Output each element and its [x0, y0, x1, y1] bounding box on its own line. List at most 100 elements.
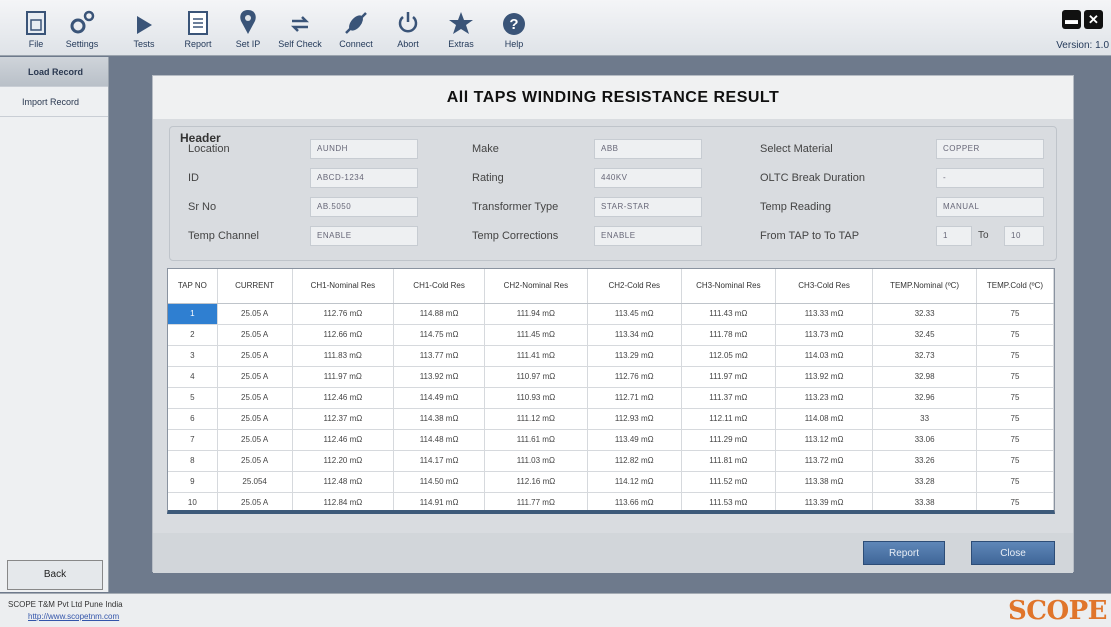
table-cell: 113.38 mΩ — [775, 471, 874, 493]
settings-button[interactable]: Settings — [56, 4, 108, 49]
location-label: Location — [188, 143, 230, 155]
rating-field[interactable]: 440KV — [594, 168, 702, 188]
oltc-break-duration-field[interactable]: - — [936, 168, 1044, 188]
table-cell: 75 — [976, 345, 1054, 367]
table-body: 1 25.05 A 112.76 mΩ 114.88 mΩ 111.94 mΩ 113.4… — [168, 303, 1054, 510]
table-cell: 111.45 mΩ — [484, 324, 588, 346]
table-cell: 32.96 — [872, 387, 977, 409]
minimize-icon[interactable]: ▬ — [1062, 10, 1081, 29]
power-icon — [398, 12, 418, 33]
table-row[interactable]: 8 25.05 A 112.20 mΩ 114.17 mΩ 111.03 mΩ 112.8… — [168, 450, 1054, 472]
table-cell: 112.05 mΩ — [681, 345, 776, 367]
table-row[interactable]: 3 25.05 A 111.83 mΩ 113.77 mΩ 111.41 mΩ 113.2… — [168, 345, 1054, 367]
table-row[interactable]: 5 25.05 A 112.46 mΩ 114.49 mΩ 110.93 mΩ 112.7… — [168, 387, 1054, 409]
back-button[interactable]: Back — [7, 560, 103, 590]
temp-channel-field[interactable]: ENABLE — [310, 226, 418, 246]
tests-label: Tests — [133, 39, 155, 49]
table-cell: 110.97 mΩ — [484, 366, 588, 388]
report-button[interactable]: Report — [172, 4, 224, 49]
table-cell: 114.75 mΩ — [393, 324, 486, 346]
plug-icon — [345, 12, 367, 34]
make-field[interactable]: ABB — [594, 139, 702, 159]
sidebar-item-load-record[interactable]: Load Record — [0, 57, 108, 87]
tap-to-field[interactable]: 10 — [1004, 226, 1044, 246]
table-cell: 25.05 A — [217, 408, 293, 430]
tap-range-label: From TAP to To TAP — [760, 230, 860, 242]
oltc-break-duration-label: OLTC Break Duration — [760, 172, 865, 184]
column-header: CURRENT — [217, 269, 293, 304]
table-cell: 32.98 — [872, 366, 977, 388]
column-header: TAP NO — [168, 269, 218, 304]
id-field[interactable]: ABCD-1234 — [310, 168, 418, 188]
set-ip-label: Set IP — [235, 39, 261, 49]
file-button[interactable]: File — [10, 4, 62, 49]
transformer-type-field[interactable]: STAR-STAR — [594, 197, 702, 217]
table-cell: 114.17 mΩ — [393, 450, 486, 472]
location-pin-icon — [240, 10, 256, 34]
svg-text:?: ? — [509, 16, 518, 33]
temp-corrections-field[interactable]: ENABLE — [594, 226, 702, 246]
tests-button[interactable]: Tests — [118, 4, 170, 49]
table-cell: 75 — [976, 366, 1054, 388]
help-button[interactable]: ? Help — [488, 4, 540, 49]
select-material-label: Select Material — [760, 143, 833, 155]
table-row[interactable]: 2 25.05 A 112.66 mΩ 114.75 mΩ 111.45 mΩ 113.3… — [168, 324, 1054, 346]
help-icon: ? — [503, 13, 525, 35]
table-cell: 113.23 mΩ — [775, 387, 874, 409]
tap-from-field[interactable]: 1 — [936, 226, 972, 246]
table-cell: 33.28 — [872, 471, 977, 493]
table-cell: 113.39 mΩ — [775, 492, 874, 510]
table-cell: 113.49 mΩ — [587, 429, 682, 451]
tap-to-label: To — [978, 230, 989, 241]
sidebar: Load Record Import Record Back — [0, 57, 109, 592]
table-cell: 112.76 mΩ — [292, 303, 395, 325]
help-label: Help — [504, 39, 524, 49]
table-cell: 25.05 A — [217, 450, 293, 472]
table-cell: 112.71 mΩ — [587, 387, 682, 409]
toolbar: File Settings Tests Report Set IP Self C… — [0, 0, 1111, 56]
table-cell: 111.41 mΩ — [484, 345, 588, 367]
sidebar-item-import-record[interactable]: Import Record — [0, 87, 108, 117]
version-label: Version: 1.0 — [1056, 40, 1109, 51]
self-check-button[interactable]: Self Check — [274, 4, 326, 49]
table-cell: 6 — [168, 408, 218, 430]
temp-corrections-label: Temp Corrections — [472, 230, 559, 242]
extras-button[interactable]: Extras — [435, 4, 487, 49]
column-header: CH1-Cold Res — [393, 269, 486, 304]
table-row[interactable]: 10 25.05 A 112.84 mΩ 114.91 mΩ 111.77 mΩ 113.… — [168, 492, 1054, 510]
close-button[interactable]: Close — [971, 541, 1055, 565]
file-icon — [26, 11, 46, 35]
table-cell: 7 — [168, 429, 218, 451]
select-material-field[interactable]: COPPER — [936, 139, 1044, 159]
table-cell: 112.48 mΩ — [292, 471, 395, 493]
table-cell: 4 — [168, 366, 218, 388]
play-icon — [137, 16, 152, 34]
location-field[interactable]: AUNDH — [310, 139, 418, 159]
set-ip-button[interactable]: Set IP — [222, 4, 274, 49]
table-cell: 33.26 — [872, 450, 977, 472]
abort-label: Abort — [397, 39, 419, 49]
table-cell: 111.53 mΩ — [681, 492, 776, 510]
srno-field[interactable]: AB.5050 — [310, 197, 418, 217]
settings-label: Settings — [65, 39, 99, 49]
abort-button[interactable]: Abort — [382, 4, 434, 49]
table-cell: 110.93 mΩ — [484, 387, 588, 409]
temp-reading-field[interactable]: MANUAL — [936, 197, 1044, 217]
table-row[interactable]: 7 25.05 A 112.46 mΩ 114.48 mΩ 111.61 mΩ 113.4… — [168, 429, 1054, 451]
table-cell: 33.06 — [872, 429, 977, 451]
table-row[interactable]: 9 25.054 112.48 mΩ 114.50 mΩ 112.16 mΩ 114.12… — [168, 471, 1054, 493]
table-cell: 113.66 mΩ — [587, 492, 682, 510]
table-cell: 25.05 A — [217, 387, 293, 409]
table-row[interactable]: 4 25.05 A 111.97 mΩ 113.92 mΩ 110.97 mΩ 112.7… — [168, 366, 1054, 388]
table-cell: 1 — [168, 303, 218, 325]
table-cell: 112.84 mΩ — [292, 492, 395, 510]
report-export-button[interactable]: Report — [863, 541, 945, 565]
column-header: CH3-Cold Res — [775, 269, 874, 304]
close-window-icon[interactable]: ✕ — [1084, 10, 1103, 29]
table-row[interactable]: 1 25.05 A 112.76 mΩ 114.88 mΩ 111.94 mΩ 113.4… — [168, 303, 1054, 325]
connect-button[interactable]: Connect — [330, 4, 382, 49]
table-header: TAP NO CURRENT CH1-Nominal Res CH1-Cold Res… — [168, 269, 1054, 304]
company-link[interactable]: http://www.scopetnm.com — [28, 612, 119, 621]
table-cell: 10 — [168, 492, 218, 510]
table-row[interactable]: 6 25.05 A 112.37 mΩ 114.38 mΩ 111.12 mΩ 112.9… — [168, 408, 1054, 430]
